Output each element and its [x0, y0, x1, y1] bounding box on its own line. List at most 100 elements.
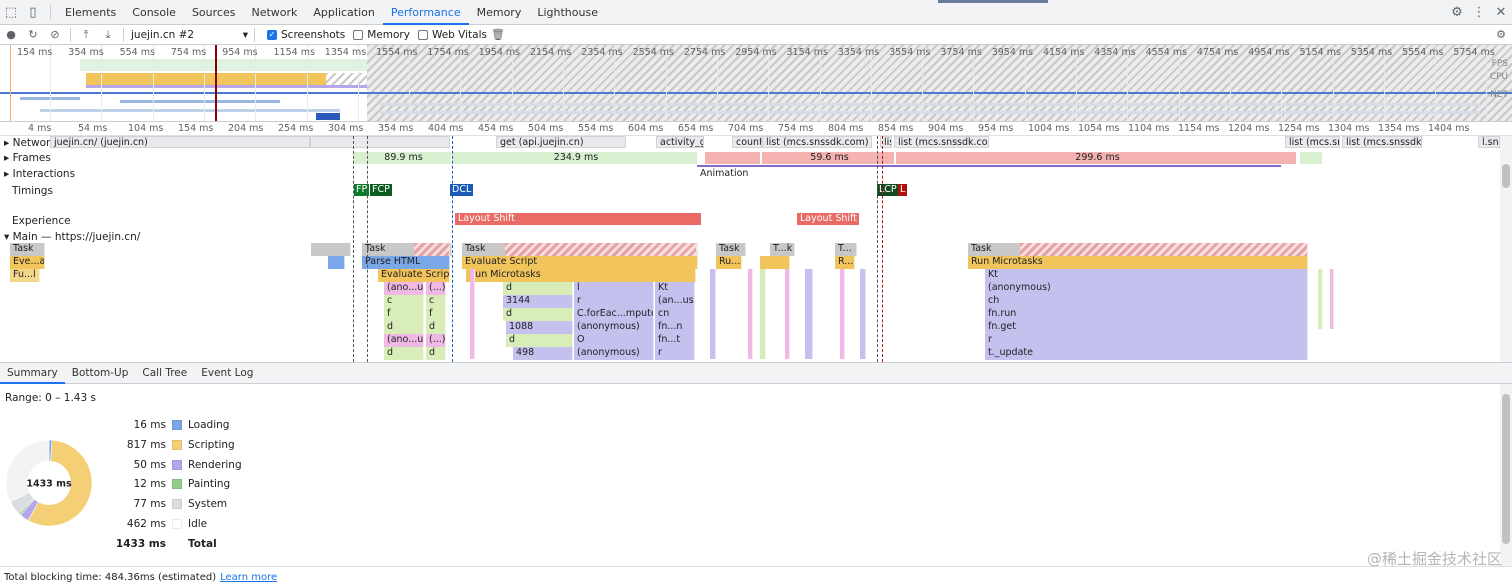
task[interactable]: [311, 243, 351, 256]
function-c[interactable]: c: [426, 295, 446, 308]
function-f[interactable]: f: [384, 308, 424, 321]
layout-shift[interactable]: Layout Shift: [455, 213, 701, 225]
network-track-label[interactable]: ▸ Network: [4, 137, 56, 149]
function-fn[interactable]: fn...n: [655, 321, 695, 334]
value-1088[interactable]: 1088: [506, 321, 573, 334]
run-microtasks[interactable]: Run Microtasks: [466, 269, 696, 282]
event-load[interactable]: Eve...ad: [10, 256, 45, 269]
frame[interactable]: 234.9 ms: [452, 152, 697, 164]
more-options-icon[interactable]: ⋮: [1468, 5, 1490, 20]
load-marker[interactable]: L: [898, 184, 908, 196]
summary-scrollbar[interactable]: [1500, 384, 1512, 566]
network-request[interactable]: list (mcs.snssdk.com): [894, 136, 989, 148]
tab-memory[interactable]: Memory: [469, 0, 530, 24]
tab-network[interactable]: Network: [243, 0, 305, 24]
tab-event-log[interactable]: Event Log: [194, 363, 260, 383]
function-anonymous[interactable]: (ano...us): [384, 282, 424, 295]
function-d[interactable]: d: [503, 282, 573, 295]
tab-bottom-up[interactable]: Bottom-Up: [65, 363, 136, 383]
function-c[interactable]: c: [384, 295, 424, 308]
tab-performance[interactable]: Performance: [382, 0, 469, 25]
function-anonymous[interactable]: (anonymous): [574, 321, 654, 334]
function-anonymous[interactable]: (anonymous): [985, 282, 1308, 295]
value-498[interactable]: 498: [513, 347, 573, 360]
function-call[interactable]: Fu...l: [10, 269, 40, 282]
function-anonymous[interactable]: (an...us): [655, 295, 695, 308]
parse-html[interactable]: Parse HTML: [362, 256, 450, 269]
fcp-marker[interactable]: FCP: [370, 184, 392, 196]
network-request[interactable]: list (mcs.snssdk.com): [762, 136, 872, 148]
function-anonymous[interactable]: (ano...us): [384, 334, 424, 347]
function-call[interactable]: (...): [426, 334, 446, 347]
tab-application[interactable]: Application: [305, 0, 382, 24]
function-f[interactable]: f: [426, 308, 446, 321]
timeline-overview[interactable]: 154 ms 354 ms 554 ms 754 ms 954 ms 1154 ms 135…: [0, 45, 1512, 122]
parse-html-small[interactable]: [328, 256, 345, 269]
function-anonymous[interactable]: (anonymous): [574, 347, 654, 360]
frames-track-label[interactable]: ▸ Frames: [4, 152, 51, 164]
network-request[interactable]: list (mcs.snssdk.co...: [1285, 136, 1340, 148]
selection-handle-right[interactable]: [215, 45, 217, 121]
tab-lighthouse[interactable]: Lighthouse: [529, 0, 606, 24]
function-d[interactable]: d: [426, 347, 446, 360]
close-icon[interactable]: ✕: [1490, 5, 1512, 20]
lcp-marker[interactable]: LCP: [877, 184, 899, 196]
run-task[interactable]: R...: [835, 256, 855, 269]
clear-icon[interactable]: ⊘: [44, 25, 66, 45]
run-microtasks[interactable]: Run Microtasks: [968, 256, 1308, 269]
function-call[interactable]: (...): [426, 282, 446, 295]
network-request[interactable]: get (api.juejin.cn): [496, 136, 626, 148]
main-flame-chart[interactable]: Task Task Task Task T...k T... Task Eve.…: [0, 243, 1500, 362]
network-request-blank[interactable]: [310, 136, 450, 148]
flame-block[interactable]: [760, 256, 790, 269]
tab-summary[interactable]: Summary: [0, 363, 65, 384]
timeline-tracks[interactable]: ▸ Network ▸ Frames ▸ Interactions Timing…: [0, 136, 1512, 362]
function-kt[interactable]: Kt: [655, 282, 695, 295]
function-d[interactable]: d: [384, 347, 424, 360]
frame-dropped[interactable]: 59.6 ms: [762, 152, 894, 164]
function-foreach[interactable]: C.forEac...mputed>: [574, 308, 654, 321]
frame[interactable]: [1300, 152, 1322, 164]
function-ch[interactable]: ch: [985, 295, 1308, 308]
interactions-track-label[interactable]: ▸ Interactions: [4, 168, 75, 180]
task[interactable]: T...k: [770, 243, 795, 256]
tab-elements[interactable]: Elements: [57, 0, 124, 24]
network-request[interactable]: juejin.cn/ (juejin.cn): [50, 136, 310, 148]
animation-interaction[interactable]: [697, 165, 1281, 167]
screenshots-checkbox[interactable]: ✓ Screenshots: [267, 29, 345, 41]
scrollbar-thumb[interactable]: [1502, 164, 1510, 188]
learn-more-link[interactable]: Learn more: [220, 572, 277, 583]
upload-profile-icon[interactable]: ⤒: [75, 25, 97, 45]
network-request[interactable]: l.sns...: [1478, 136, 1500, 148]
function-t-update[interactable]: t._update: [985, 347, 1308, 360]
function-d[interactable]: d: [384, 321, 424, 334]
capture-settings-gear-icon[interactable]: ⚙: [1490, 25, 1512, 45]
function-o[interactable]: O: [574, 334, 654, 347]
checkbox-icon[interactable]: [353, 29, 364, 40]
record-icon[interactable]: ●: [0, 25, 22, 45]
memory-checkbox[interactable]: Memory: [353, 29, 410, 41]
network-request[interactable]: list (mcs.snssdk.co...: [1342, 136, 1422, 148]
function-fn-run[interactable]: fn.run: [985, 308, 1308, 321]
frame-dropped[interactable]: [705, 152, 760, 164]
device-toolbar-icon[interactable]: ▯: [22, 0, 44, 24]
function-r[interactable]: r: [655, 347, 695, 360]
inspect-element-icon[interactable]: ⬚: [0, 0, 22, 24]
task[interactable]: T...: [835, 243, 857, 256]
profile-select[interactable]: juejin.cn #2 ▾: [128, 27, 250, 43]
checkbox-checked-icon[interactable]: ✓: [267, 29, 277, 40]
network-request[interactable]: count: [732, 136, 762, 148]
web-vitals-checkbox[interactable]: Web Vitals: [417, 29, 487, 41]
function-r[interactable]: r: [985, 334, 1308, 347]
function-fn-get[interactable]: fn.get: [985, 321, 1308, 334]
task[interactable]: Task: [716, 243, 746, 256]
network-request[interactable]: activity_get: [656, 136, 704, 148]
value-3144[interactable]: 3144: [503, 295, 573, 308]
reload-record-icon[interactable]: ↻: [22, 25, 44, 45]
tracks-scrollbar[interactable]: [1500, 136, 1512, 362]
function-fn[interactable]: fn...t: [655, 334, 695, 347]
function-d[interactable]: d: [506, 334, 573, 347]
evaluate-script[interactable]: Evaluate Script: [378, 269, 450, 282]
layout-shift[interactable]: Layout Shift: [797, 213, 859, 225]
run-microtasks[interactable]: Ru...s: [716, 256, 742, 269]
